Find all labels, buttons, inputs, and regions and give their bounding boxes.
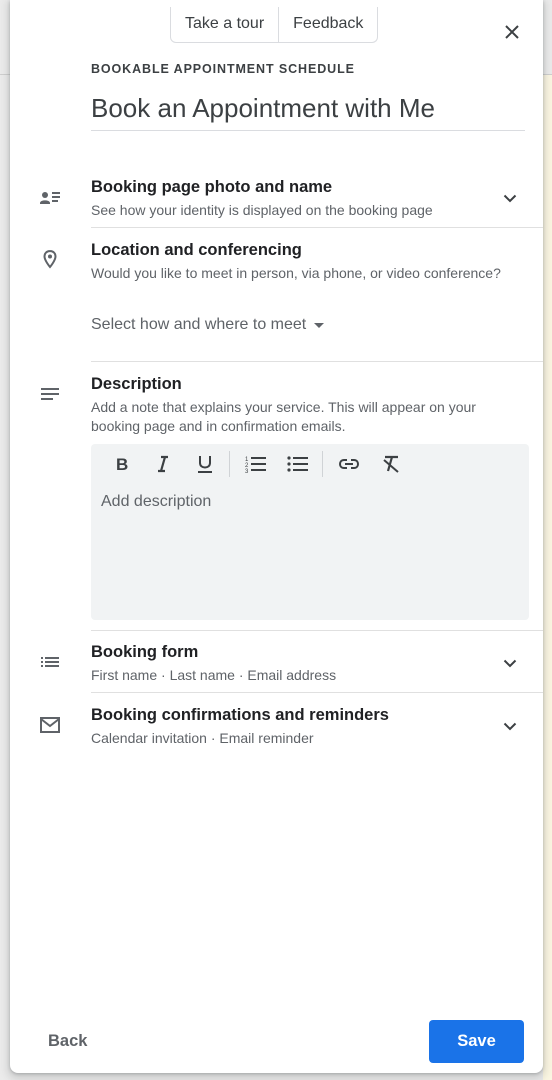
chevron-down-icon xyxy=(503,659,517,667)
location-subtitle: Would you like to meet in person, via ph… xyxy=(91,265,501,281)
toolbar-separator xyxy=(229,451,230,477)
location-pin-icon xyxy=(38,248,62,272)
section-divider xyxy=(91,630,543,631)
italic-button[interactable] xyxy=(151,452,175,476)
description-title: Description xyxy=(91,375,182,393)
description-textarea[interactable]: Add description xyxy=(101,493,211,511)
help-button-group: Take a tour Feedback xyxy=(170,7,379,43)
list-icon xyxy=(38,650,62,674)
formatting-toolbar: B 1 2 3 xyxy=(91,444,421,484)
section-divider xyxy=(91,361,543,362)
section-divider xyxy=(91,692,543,693)
schedule-title-input[interactable]: Book an Appointment with Me xyxy=(91,92,525,131)
confirmations-expand-button[interactable] xyxy=(498,714,522,738)
section-divider xyxy=(91,227,543,228)
description-editor[interactable]: B 1 2 3 Add description xyxy=(91,444,529,620)
bold-icon: B xyxy=(116,455,128,474)
italic-icon xyxy=(158,455,168,473)
meeting-type-select-label: Select how and where to meet xyxy=(91,316,307,333)
booking-form-title[interactable]: Booking form xyxy=(91,643,198,662)
booking-form-subtitle: First name · Last name · Email address xyxy=(91,667,337,683)
svg-text:B: B xyxy=(116,455,128,474)
svg-text:3: 3 xyxy=(245,469,249,474)
toolbar-separator xyxy=(322,451,323,477)
close-button[interactable] xyxy=(500,20,524,44)
underline-button[interactable] xyxy=(193,452,217,476)
numbered-list-button[interactable]: 1 2 3 xyxy=(244,452,268,476)
bulleted-list-button[interactable] xyxy=(286,452,310,476)
insert-link-button[interactable] xyxy=(337,452,361,476)
notes-icon xyxy=(38,382,62,406)
person-list-icon xyxy=(38,186,62,210)
confirmations-subtitle: Calendar invitation · Email reminder xyxy=(91,730,314,746)
save-button[interactable]: Save xyxy=(429,1020,524,1063)
dropdown-arrow-icon xyxy=(314,322,325,328)
chevron-down-icon xyxy=(503,194,517,202)
link-icon xyxy=(338,459,360,469)
meeting-type-select[interactable]: Select how and where to meet xyxy=(91,316,325,334)
underline-icon xyxy=(198,456,212,473)
location-title: Location and conferencing xyxy=(91,241,302,259)
booking-form-expand-button[interactable] xyxy=(498,651,522,675)
background-strip xyxy=(543,75,552,1080)
mail-icon xyxy=(38,713,62,737)
bulleted-list-icon xyxy=(287,456,308,472)
booking-page-subtitle: See how your identity is displayed on th… xyxy=(91,202,433,218)
confirmations-title[interactable]: Booking confirmations and reminders xyxy=(91,706,389,725)
schedule-type-label: BOOKABLE APPOINTMENT SCHEDULE xyxy=(91,62,355,76)
feedback-button[interactable]: Feedback xyxy=(278,7,377,42)
close-icon xyxy=(505,25,519,39)
appointment-schedule-panel: Take a tour Feedback BOOKABLE APPOINTMEN… xyxy=(10,0,543,1073)
take-a-tour-button[interactable]: Take a tour xyxy=(171,7,278,42)
booking-page-title[interactable]: Booking page photo and name xyxy=(91,178,332,197)
description-subtitle: Add a note that explains your service. T… xyxy=(91,399,476,434)
bold-button[interactable]: B xyxy=(109,452,133,476)
back-button[interactable]: Back xyxy=(48,1032,87,1051)
clear-formatting-button[interactable] xyxy=(379,452,403,476)
numbered-list-icon: 1 2 3 xyxy=(245,457,266,474)
booking-page-expand-button[interactable] xyxy=(498,186,522,210)
clear-format-icon xyxy=(383,455,399,473)
chevron-down-icon xyxy=(503,722,517,730)
